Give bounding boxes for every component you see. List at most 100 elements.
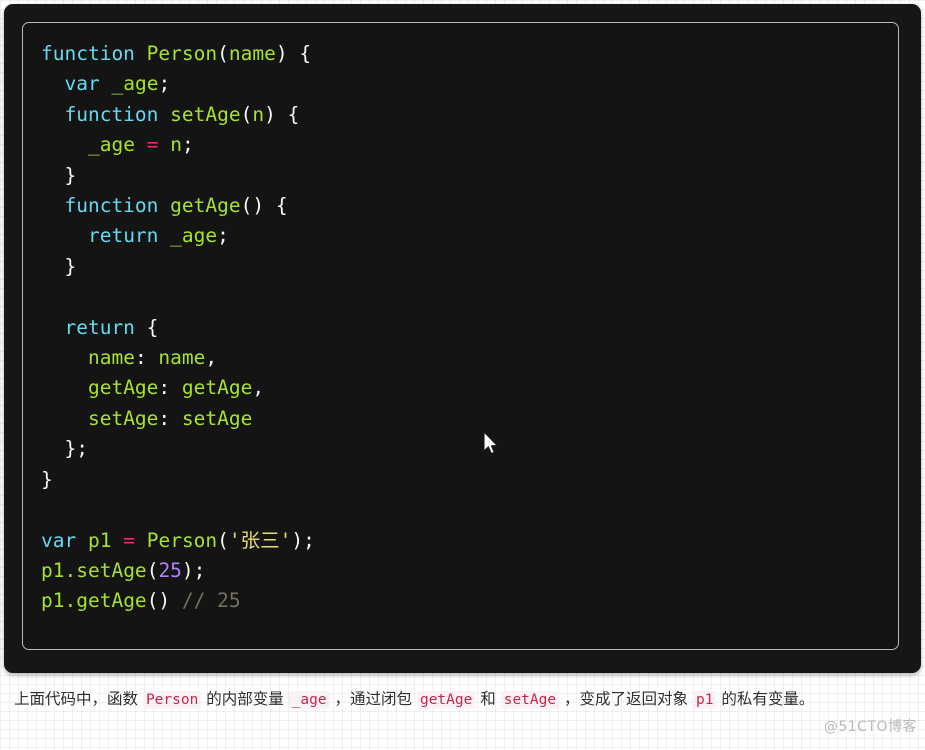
code-line: } xyxy=(41,164,76,187)
code-token-pun: }; xyxy=(41,437,88,461)
code-token-pun: , xyxy=(252,376,265,400)
caption-segment: 上面代码中，函数 xyxy=(14,690,143,708)
code-token-str: '张三' xyxy=(228,528,292,552)
code-line: } xyxy=(41,255,76,278)
code-panel: function Person(name) { var _age; functi… xyxy=(4,4,921,673)
code-content[interactable]: function Person(name) { var _age; functi… xyxy=(23,23,898,617)
code-line: name: name, xyxy=(41,346,217,369)
caption-segment: ，通过闭包 xyxy=(329,690,417,708)
code-token-fn: getAge xyxy=(76,589,147,613)
code-token-pun: ( xyxy=(146,558,159,582)
code-token-kw: function xyxy=(64,102,159,126)
watermark-label: @51CTO博客 xyxy=(823,719,917,735)
code-token-pun: : xyxy=(158,406,182,430)
code-line: function getAge() { xyxy=(41,194,288,218)
code-token-pun: : xyxy=(158,376,182,400)
code-token-pun: ( xyxy=(217,42,229,65)
code-token-pun: ; xyxy=(181,133,194,157)
code-token-pun: } xyxy=(41,163,77,187)
code-token-fn: setAge xyxy=(181,406,253,430)
caption-inline-code: p1 xyxy=(692,691,717,709)
caption-inline-code: _age xyxy=(288,691,330,709)
code-token-fn: n xyxy=(170,133,182,157)
code-token-fn: _age xyxy=(170,224,218,248)
code-token-op: = xyxy=(123,528,135,552)
code-token-kw: function xyxy=(41,42,135,65)
code-line: return { xyxy=(41,316,158,339)
code-line: function setAge(n) { xyxy=(41,103,299,126)
caption-text: 上面代码中，函数 Person 的内部变量 _age ，通过闭包 getAge … xyxy=(14,686,914,713)
caption-inline-code: getAge xyxy=(416,691,476,709)
code-token-pun: } xyxy=(41,254,77,278)
code-token-op: = xyxy=(146,133,159,157)
code-line: setAge: setAge xyxy=(41,407,252,430)
code-token-pun: , xyxy=(205,346,218,370)
code-token-com: // 25 xyxy=(181,589,241,613)
caption-segment: 的内部变量 xyxy=(201,690,289,708)
code-token-fn: p1 xyxy=(87,528,112,552)
code-token-fn: Person xyxy=(146,42,218,65)
code-token-fn: n xyxy=(252,102,265,126)
code-line: function Person(name) { xyxy=(41,42,311,65)
code-token-pun: () { xyxy=(240,194,288,218)
code-token-pun: ); xyxy=(181,558,206,582)
code-token-pun: ( xyxy=(240,102,253,126)
code-line: p1.getAge() // 25 xyxy=(41,589,241,612)
code-token-kw: return xyxy=(64,315,135,339)
code-token-fn: _age xyxy=(111,72,159,96)
code-token-kw: function xyxy=(64,194,159,218)
code-line: }; xyxy=(41,437,88,460)
code-token-fn: name xyxy=(228,42,276,65)
caption-inline-code: setAge xyxy=(500,691,560,709)
caption-segment: 的私有变量。 xyxy=(716,690,815,708)
code-token-kw: return xyxy=(87,224,159,248)
code-block[interactable]: function Person(name) { var _age; functi… xyxy=(22,22,899,650)
code-token-fn: Person xyxy=(146,528,218,552)
code-token-fn: name xyxy=(158,346,206,370)
caption-inline-code: Person xyxy=(142,691,202,709)
code-line: var _age; xyxy=(41,72,170,95)
code-line: return _age; xyxy=(41,224,229,247)
code-token-pun: ) { xyxy=(264,102,300,126)
code-token-pun: ) { xyxy=(275,42,312,65)
code-token-pun: } xyxy=(41,467,53,491)
code-token-pun: ); xyxy=(291,528,315,552)
code-token-pun: ; xyxy=(217,224,229,248)
code-token-pun: { xyxy=(134,315,159,339)
code-line: } xyxy=(41,468,53,491)
code-token-fn: name xyxy=(87,346,135,370)
code-token-fn: . xyxy=(64,558,77,582)
code-token-fn: setAge xyxy=(170,102,241,126)
code-token-pun: : xyxy=(134,346,159,370)
code-token-kw: var xyxy=(41,528,77,552)
code-token-fn: getAge xyxy=(170,194,241,218)
code-line: getAge: getAge, xyxy=(41,376,264,399)
code-line: var p1 = Person('张三'); xyxy=(41,529,315,552)
caption-segment: 和 xyxy=(475,690,501,708)
code-token-num: 25 xyxy=(158,558,182,582)
code-line: p1.setAge(25); xyxy=(41,559,205,582)
code-token-fn: setAge xyxy=(76,558,147,582)
code-token-pun: ( xyxy=(217,528,229,552)
code-token-pun: ; xyxy=(158,72,171,96)
code-token-fn: getAge xyxy=(87,376,159,400)
code-token-fn: p1 xyxy=(41,589,65,613)
